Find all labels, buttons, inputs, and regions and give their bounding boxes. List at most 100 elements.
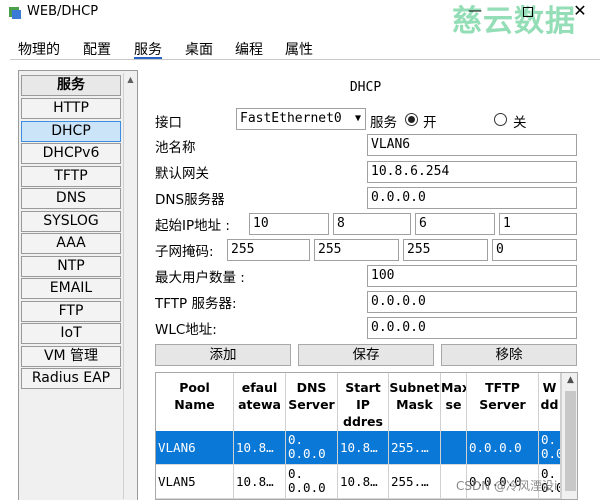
add-button[interactable]: 添加 [155,344,291,366]
start-ip-octet-4[interactable]: 1 [499,213,577,235]
services-list-panel: 服务 HTTP DHCP DHCPv6 TFTP DNS SYSLOG AAA … [18,70,138,500]
tab-desktop[interactable]: 桌面 [185,39,213,59]
radio-selected-icon [408,116,415,123]
tab-divider [10,59,600,60]
table-cell: 10.8… [338,465,389,499]
service-item-iot[interactable]: IoT [21,323,121,344]
service-item-email[interactable]: EMAIL [21,278,121,299]
service-off-label: 关 [513,115,527,131]
column-header[interactable]: Max se [441,373,467,433]
column-header[interactable]: W dd [539,373,561,433]
mask-label: 子网掩码: [155,244,214,260]
column-header[interactable]: efaul atewa [234,373,286,433]
maximize-icon [523,7,533,17]
close-button[interactable]: ✕ [570,1,590,21]
services-header: 服务 [21,75,121,96]
minimize-button[interactable]: — [465,3,485,21]
service-on-radio[interactable] [405,113,418,126]
service-item-vm[interactable]: VM 管理 [21,346,121,367]
tab-attributes[interactable]: 属性 [285,39,313,59]
table-cell: 0.0.0.0 [467,431,539,465]
interface-select-value: FastEthernet0 [240,111,342,126]
column-header-label: Max se [441,380,466,412]
service-item-syslog[interactable]: SYSLOG [21,211,121,232]
mask-octet-4[interactable]: 0 [492,239,577,261]
maximize-button[interactable] [518,3,538,21]
column-header[interactable]: Start IP ddres [338,373,389,433]
dns-field[interactable]: 0.0.0.0 [367,187,577,209]
window-title: WEB/DHCP [27,4,99,19]
mask-octet-2[interactable]: 255 [314,239,399,261]
column-header-label: efaul atewa [238,380,281,412]
table-cell: 10.8… [234,431,286,465]
start-ip-octet-1[interactable]: 10 [249,213,329,235]
app-icon [9,7,21,19]
csdn-watermark: CSDN @冷风湮没i [456,479,558,493]
save-button[interactable]: 保存 [298,344,434,366]
column-header[interactable]: Subnet Mask [389,373,441,433]
mask-octet-1[interactable]: 255 [227,239,310,261]
service-item-dns[interactable]: DNS [21,188,121,209]
dns-label: DNS服务器 [155,192,225,208]
column-header-label: Pool Name [174,380,215,412]
column-header-label: Start IP ddres [343,380,383,429]
column-header[interactable]: DNS Server [286,373,338,433]
mask-octet-3[interactable]: 255 [403,239,488,261]
service-off-radio[interactable] [494,113,507,126]
service-item-ntp[interactable]: NTP [21,256,121,277]
scroll-up-icon[interactable]: ▲ [562,375,577,387]
max-users-field[interactable]: 100 [367,265,577,287]
pool-name-label: 池名称 [155,140,196,156]
title-bar: WEB/DHCP 慈云数据 — ✕ [0,0,602,39]
table-cell: VLAN6 [156,431,234,465]
interface-label: 接口 [155,115,182,131]
tab-bar: 物理的 配置 服务 桌面 编程 属性 [0,34,602,60]
table-scrollbar[interactable]: ▲ [561,373,577,499]
tab-programming[interactable]: 编程 [235,39,263,59]
services-scrollbar[interactable]: ▲ [123,73,136,499]
column-header[interactable]: TFTP Server [467,373,539,433]
gateway-field[interactable]: 10.8.6.254 [367,161,577,183]
column-header[interactable]: Pool Name [156,373,234,433]
scrollbar-thumb[interactable] [565,391,576,491]
tab-services[interactable]: 服务 [134,39,162,59]
service-label: 服务 [370,115,397,131]
start-ip-label: 起始IP地址 : [155,218,230,234]
service-item-dhcpv6[interactable]: DHCPv6 [21,143,121,164]
service-item-radius-eap[interactable]: Radius EAP [21,368,121,389]
table-row[interactable]: VLAN6 10.8… 0. 0.0.0 10.8… 255.… 0.0.0.0… [156,431,577,465]
column-header-label: Subnet Mask [389,380,440,412]
max-users-label: 最大用户数量 : [155,270,245,286]
dhcp-panel: DHCP 接口 FastEthernet0 ▼ 服务 开 关 池名称 VLAN6… [143,70,602,500]
table-cell: 255.… [389,465,441,499]
column-header-label: TFTP Server [479,380,526,412]
tftp-field[interactable]: 0.0.0.0 [367,291,577,313]
service-item-aaa[interactable]: AAA [21,233,121,254]
scroll-up-icon[interactable]: ▲ [124,75,137,87]
table-cell [441,431,467,465]
start-ip-octet-2[interactable]: 8 [333,213,411,235]
column-header-label: DNS Server [288,380,335,412]
table-cell: 255.… [389,431,441,465]
service-item-http[interactable]: HTTP [21,98,121,119]
table-cell: 0. 0.0 [539,431,561,465]
panel-title: DHCP [349,80,382,95]
wlc-label: WLC地址: [155,322,217,338]
tftp-label: TFTP 服务器: [155,296,237,312]
gateway-label: 默认网关 [155,166,209,182]
start-ip-octet-3[interactable]: 6 [415,213,495,235]
service-item-ftp[interactable]: FTP [21,301,121,322]
service-on-label: 开 [423,115,437,131]
pool-name-field[interactable]: VLAN6 [367,134,577,156]
chevron-down-icon: ▼ [354,113,361,124]
tab-config[interactable]: 配置 [83,39,111,59]
table-cell: 0. 0.0.0 [286,431,338,465]
table-cell: 10.8… [338,431,389,465]
remove-button[interactable]: 移除 [441,344,577,366]
tab-physical[interactable]: 物理的 [18,39,60,59]
interface-select[interactable]: FastEthernet0 ▼ [236,108,366,130]
service-item-tftp[interactable]: TFTP [21,166,121,187]
table-cell: 0. 0.0.0 [286,465,338,499]
service-item-dhcp[interactable]: DHCP [21,121,121,142]
wlc-field[interactable]: 0.0.0.0 [367,317,577,339]
